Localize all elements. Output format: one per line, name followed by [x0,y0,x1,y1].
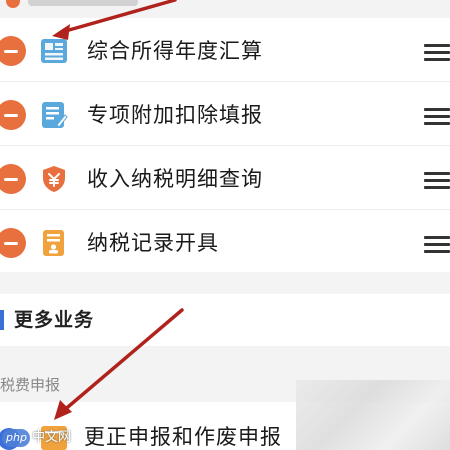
remove-button[interactable] [0,36,26,66]
edit-services-screen: 综合所得年度汇算 专项附加扣除填报 收入纳税明细查询 纳税记录开具 更多业务 税… [0,0,450,450]
tax-record-icon [40,229,68,257]
annual-settlement-icon [40,37,68,65]
cropped-section-title [28,0,138,6]
service-label: 综合所得年度汇算 [87,39,263,63]
section-divider [0,272,450,294]
remove-button[interactable] [0,228,26,258]
drag-handle-icon[interactable] [424,170,450,190]
remove-button-partial[interactable] [6,0,20,8]
deduction-form-icon [40,101,68,129]
subsection-title: 税费申报 [0,376,61,394]
drag-handle-icon[interactable] [424,234,450,254]
section-accent-bar [0,310,4,330]
service-row-tax-record[interactable]: 纳税记录开具 [0,210,450,274]
blurred-region [296,380,450,450]
more-services-header: 更多业务 [0,294,450,346]
drag-handle-icon[interactable] [424,106,450,126]
service-row-income-query[interactable]: 收入纳税明细查询 [0,146,450,210]
service-label: 纳税记录开具 [87,231,219,255]
service-label: 专项附加扣除填报 [87,103,263,127]
watermark-text-en: php [6,431,27,444]
service-label: 更正申报和作废申报 [84,425,282,449]
service-row-deduction[interactable]: 专项附加扣除填报 [0,82,450,146]
service-row-annual-settlement[interactable]: 综合所得年度汇算 [0,18,450,82]
previous-section-header [0,0,450,18]
income-shield-icon [40,165,68,193]
remove-button[interactable] [0,100,26,130]
drag-handle-icon[interactable] [424,42,450,62]
service-label: 收入纳税明细查询 [87,167,263,191]
watermark-text-cn: 中文网 [32,430,72,445]
section-title: 更多业务 [14,309,95,331]
site-watermark: php 中文网 [0,428,72,448]
remove-button[interactable] [0,164,26,194]
